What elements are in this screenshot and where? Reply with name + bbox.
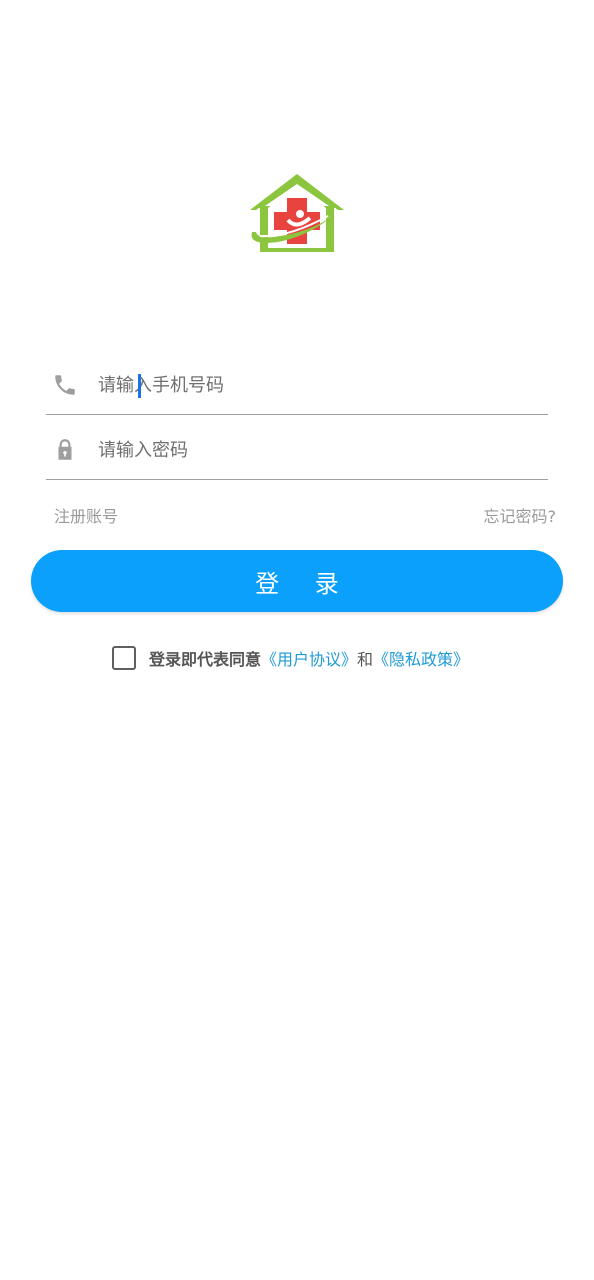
phone-input[interactable] — [92, 368, 538, 402]
agree-text: 登录即代表同意 — [149, 650, 262, 669]
agreement-row: 登录即代表同意 《用户协议》 和 《隐私政策》 — [112, 643, 469, 673]
register-link[interactable]: 注册账号 — [54, 506, 118, 528]
agree-checkbox[interactable] — [112, 646, 136, 670]
privacy-policy-link[interactable]: 《隐私政策》 — [373, 646, 469, 670]
text-caret — [138, 374, 141, 398]
login-screen: 注册账号 忘记密码? 登 录 登录即代表同意 《用户协议》 和 《隐私政策》 — [0, 0, 594, 1280]
phone-icon — [55, 375, 75, 395]
lock-icon — [58, 439, 72, 460]
user-agreement-link[interactable]: 《用户协议》 — [261, 646, 357, 670]
login-button[interactable]: 登 录 — [31, 550, 563, 612]
password-input[interactable] — [92, 433, 538, 467]
forgot-password-link[interactable]: 忘记密码? — [484, 506, 557, 528]
app-logo — [250, 174, 344, 252]
password-field — [46, 415, 548, 480]
phone-field — [46, 350, 548, 415]
and-text: 和 — [357, 650, 374, 669]
